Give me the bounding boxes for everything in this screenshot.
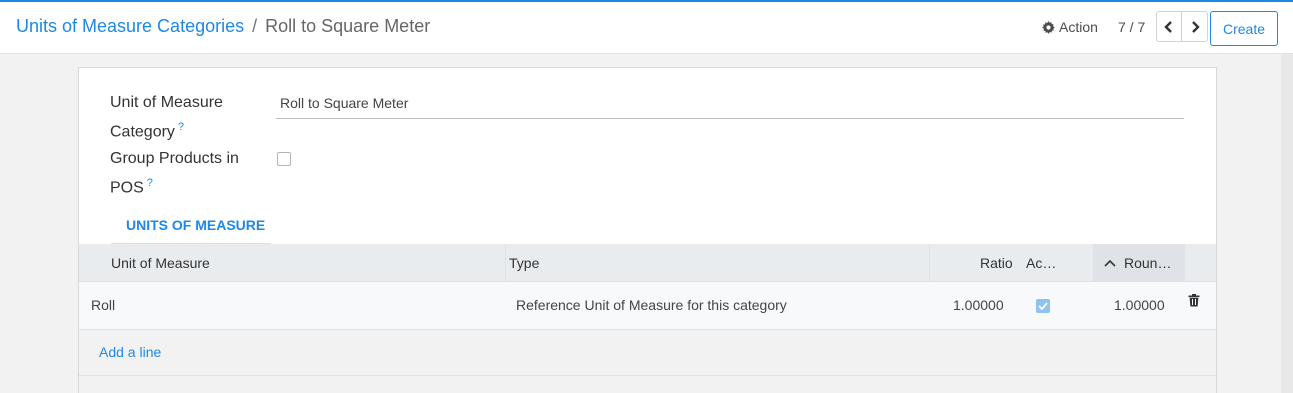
- column-divider: [929, 244, 930, 282]
- add-line-row: Add a line: [79, 330, 1216, 376]
- gear-icon: [1042, 20, 1055, 34]
- table-row[interactable]: Roll Reference Unit of Measure for this …: [79, 282, 1216, 330]
- control-panel: Units of Measure Categories / Roll to Sq…: [0, 2, 1293, 54]
- category-label-line2: Category: [110, 123, 175, 141]
- column-header-type[interactable]: Type: [509, 244, 539, 282]
- pager-next-button[interactable]: [1182, 11, 1208, 42]
- category-label-line1: Unit of Measure: [110, 94, 223, 111]
- breadcrumb-parent-link[interactable]: Units of Measure Categories: [16, 16, 244, 37]
- action-menu-button[interactable]: Action: [1042, 19, 1098, 35]
- scrollbar[interactable]: [1281, 54, 1293, 393]
- column-header-ratio[interactable]: Ratio: [980, 244, 1013, 282]
- group-pos-field-label: Group Products in POS?: [110, 147, 239, 200]
- cell-rounding: 1.00000: [1114, 297, 1165, 313]
- form-sheet: Unit of Measure Category? Roll to Square…: [78, 67, 1217, 393]
- help-icon[interactable]: ?: [147, 177, 153, 189]
- column-header-rounding[interactable]: Roun…: [1124, 244, 1171, 282]
- column-header-uom[interactable]: Unit of Measure: [111, 244, 210, 282]
- active-checkbox[interactable]: [1036, 299, 1050, 313]
- tab-units-of-measure[interactable]: UNITS OF MEASURE: [111, 208, 271, 244]
- breadcrumb-separator: /: [252, 16, 258, 36]
- pager-previous-button[interactable]: [1156, 11, 1182, 42]
- chevron-left-icon: [1164, 20, 1172, 33]
- column-divider: [505, 244, 506, 282]
- units-table: Unit of Measure Type Ratio Ac… Roun… Rol…: [79, 244, 1216, 393]
- create-button[interactable]: Create: [1210, 11, 1278, 46]
- sort-up-icon: [1104, 259, 1116, 267]
- breadcrumb: Units of Measure Categories / Roll to Sq…: [16, 16, 430, 37]
- category-field-label: Unit of Measure Category?: [110, 91, 223, 144]
- help-icon[interactable]: ?: [178, 121, 184, 133]
- pager-value[interactable]: 7 / 7: [1118, 19, 1145, 35]
- cell-ratio: 1.00000: [953, 297, 1004, 313]
- chevron-right-icon: [1191, 20, 1200, 33]
- add-line-link[interactable]: Add a line: [99, 330, 161, 374]
- breadcrumb-current: Roll to Square Meter: [265, 16, 431, 36]
- table-header: Unit of Measure Type Ratio Ac… Roun…: [79, 244, 1216, 282]
- trash-icon[interactable]: [1188, 294, 1200, 307]
- cell-type: Reference Unit of Measure for this categ…: [516, 297, 787, 313]
- group-label-line2: POS: [110, 179, 144, 197]
- group-label-line1: Group Products in: [110, 150, 239, 167]
- check-icon: [1038, 302, 1048, 310]
- column-header-active[interactable]: Ac…: [1026, 244, 1056, 282]
- group-products-pos-checkbox[interactable]: [277, 152, 291, 166]
- action-label: Action: [1059, 19, 1098, 35]
- cell-uom: Roll: [91, 297, 116, 313]
- category-name-input[interactable]: Roll to Square Meter: [276, 92, 1184, 119]
- table-footer-row: [79, 376, 1216, 393]
